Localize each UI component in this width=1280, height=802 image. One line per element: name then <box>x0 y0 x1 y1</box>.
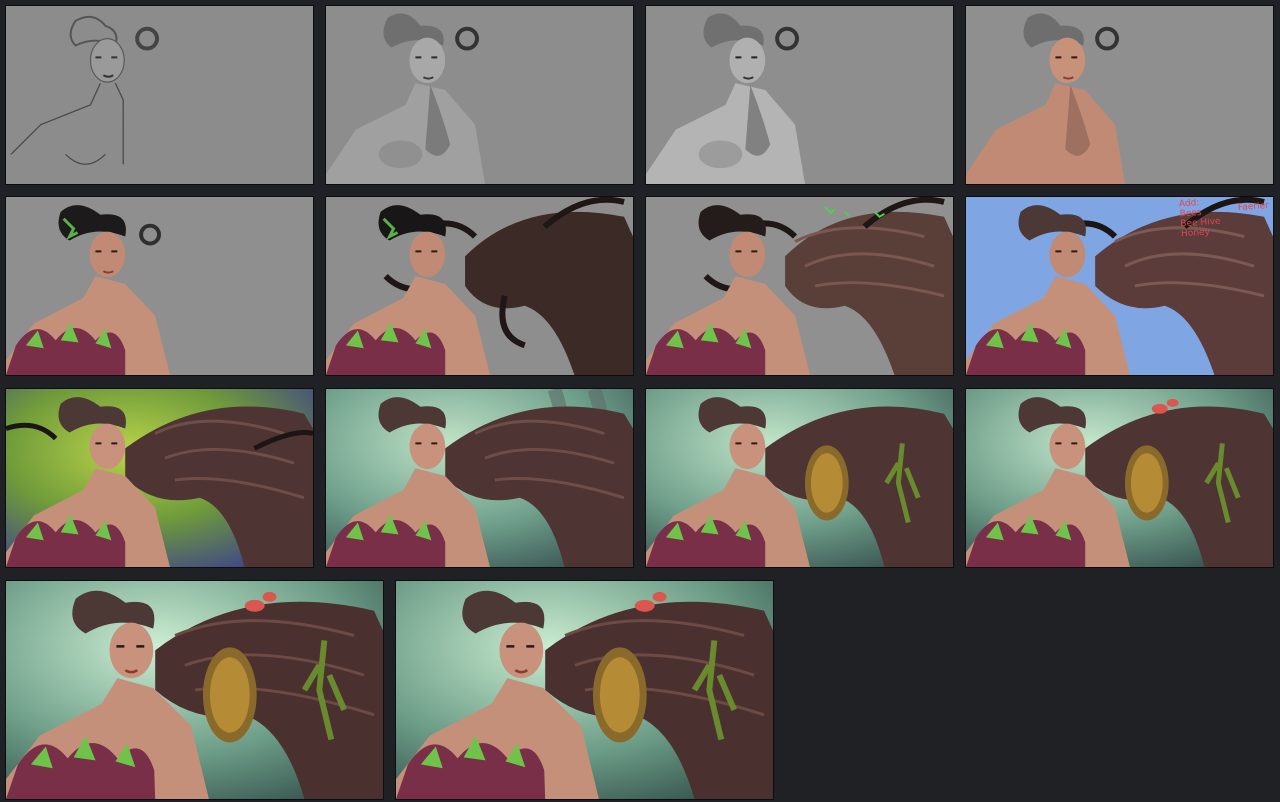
progress-panel-4-skin-tone <box>965 5 1274 185</box>
progress-panel-7-tree-texture <box>645 196 954 376</box>
progress-panel-9-color-gradient <box>5 388 314 568</box>
annotation-side-note: Faerier <box>1237 200 1270 214</box>
progress-panel-13-final <box>5 580 384 800</box>
progress-panel-2-grayscale-shading <box>325 5 634 185</box>
progress-panel-11-beehive-grasshopper <box>645 388 954 568</box>
progress-panel-12-mushrooms <box>965 388 1274 568</box>
progress-panel-8-sky-background <box>965 196 1274 376</box>
progress-panel-3-grayscale-refined <box>645 5 954 185</box>
annotation-add-list: Add: Bees Bee Hive Honey <box>1178 198 1221 240</box>
progress-panel-14-final-variant <box>395 580 774 800</box>
progress-panel-6-tree-blocking <box>325 196 634 376</box>
progress-panel-5-leaf-dress <box>5 196 314 376</box>
progress-panel-1-sketch <box>5 5 314 185</box>
progress-panel-10-forest-mist <box>325 388 634 568</box>
